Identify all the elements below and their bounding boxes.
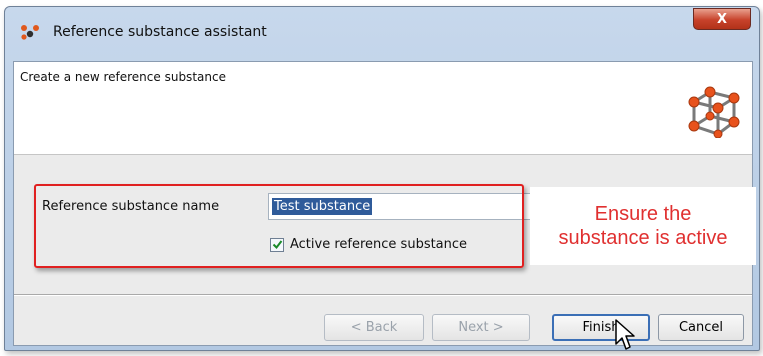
- back-button[interactable]: < Back: [324, 314, 424, 341]
- cancel-button[interactable]: Cancel: [658, 314, 744, 341]
- header-panel: Create a new reference substance: [14, 62, 752, 155]
- close-icon: X: [716, 11, 728, 27]
- annotation-line-2: substance is active: [558, 227, 728, 249]
- next-button-label: Next >: [458, 320, 504, 335]
- back-button-label: < Back: [350, 320, 398, 335]
- assistant-window: Reference substance assistant X Create a…: [4, 6, 760, 351]
- molecule-cube-icon: [688, 86, 740, 138]
- annotation-callout: Ensure the substance is active: [530, 187, 756, 265]
- dialog-body: Create a new reference substance Referen…: [13, 61, 756, 346]
- button-separator: [14, 294, 752, 296]
- close-button[interactable]: X: [693, 8, 751, 30]
- next-button[interactable]: Next >: [432, 314, 530, 341]
- window-title: Reference substance assistant: [53, 24, 267, 40]
- header-description: Create a new reference substance: [20, 70, 226, 84]
- title-bar[interactable]: Reference substance assistant X: [5, 7, 759, 49]
- annotation-highlight-box: [34, 184, 524, 268]
- cancel-button-label: Cancel: [678, 320, 724, 335]
- app-logo-icon: [21, 25, 39, 40]
- mouse-pointer-icon: [615, 319, 635, 350]
- annotation-line-1: Ensure the: [594, 203, 692, 225]
